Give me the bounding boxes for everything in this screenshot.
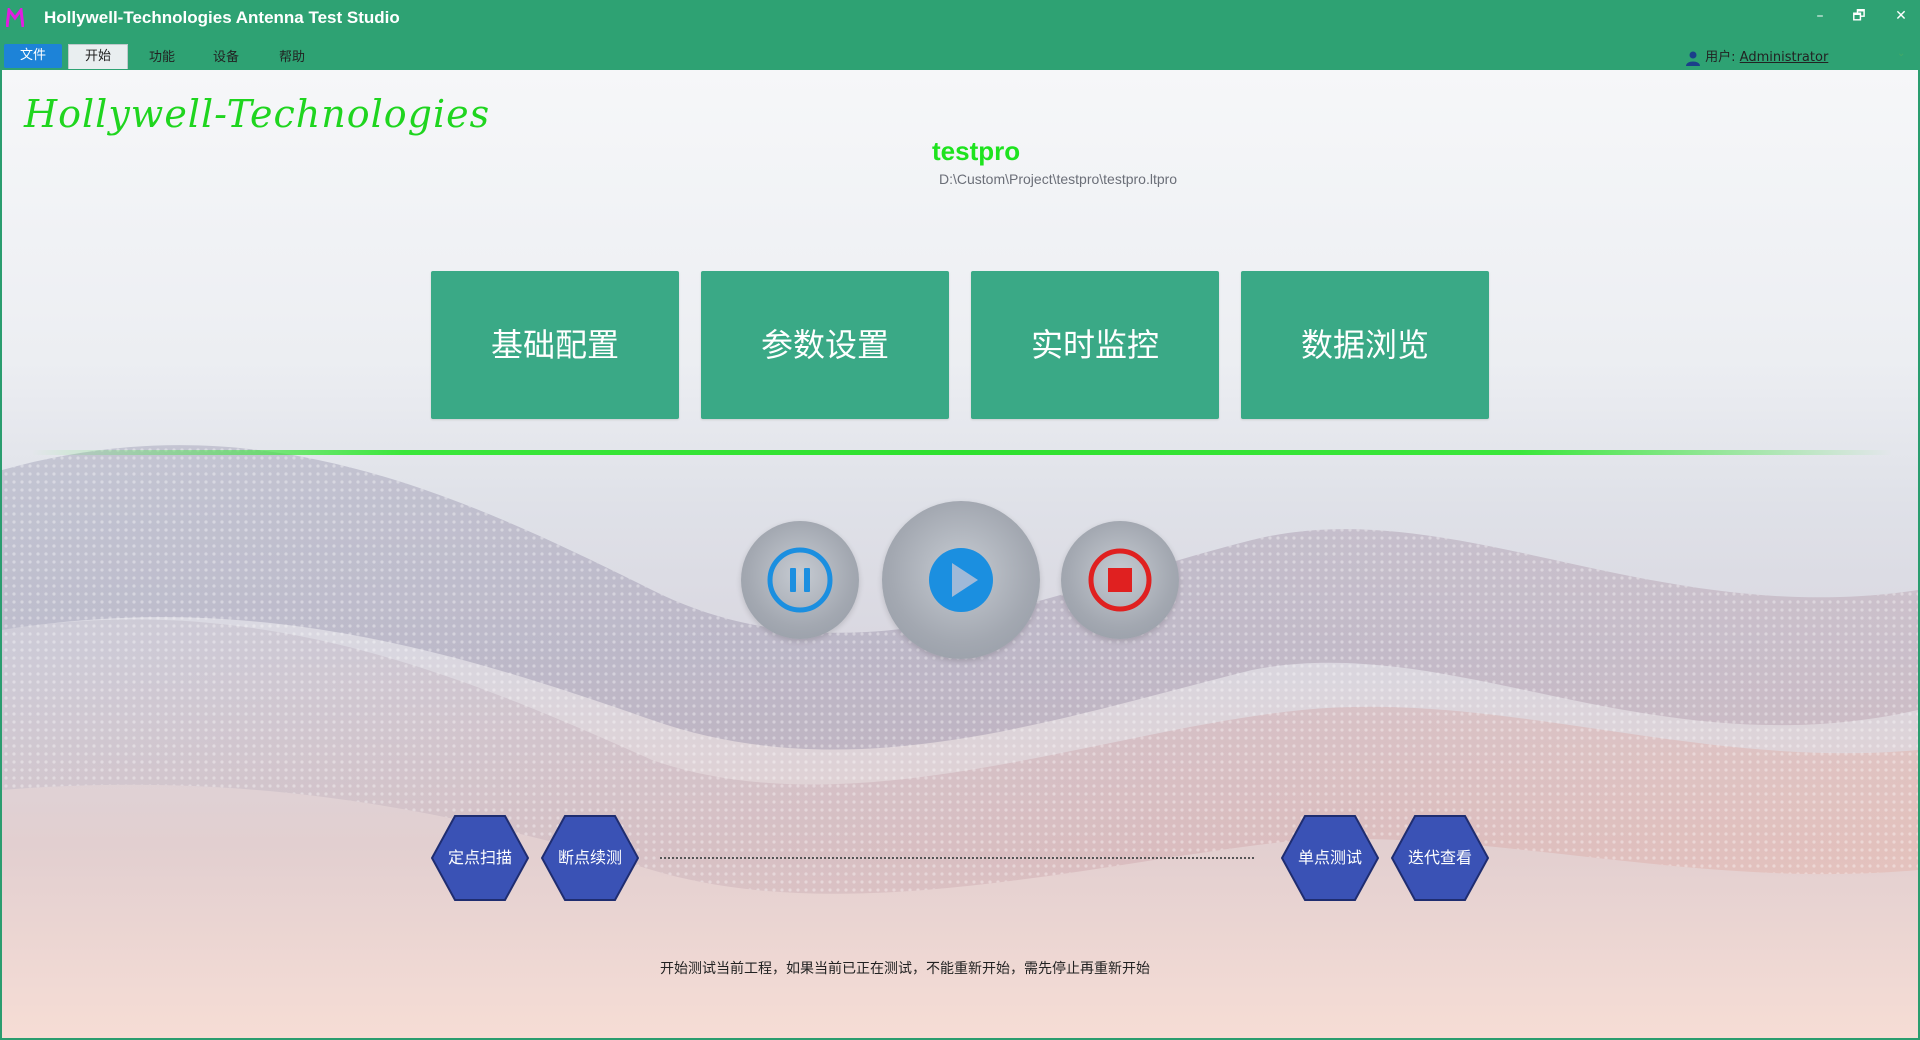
- play-icon: [929, 548, 993, 612]
- pause-button[interactable]: [741, 521, 859, 639]
- user-name-link[interactable]: Administrator: [1740, 50, 1829, 65]
- mode-fixed-point-scan[interactable]: 定点扫描: [431, 815, 529, 901]
- user-label: 用户:: [1705, 50, 1736, 65]
- minimize-button[interactable]: –: [1805, 4, 1835, 28]
- play-button[interactable]: [882, 501, 1040, 659]
- hint-text: 开始测试当前工程，如果当前已正在测试，不能重新开始，需先停止再重新开始: [660, 961, 1150, 977]
- tile-data-browse[interactable]: 数据浏览: [1241, 271, 1489, 419]
- app-logo-icon: [6, 8, 24, 28]
- user-info: 用户: Administrator: [1685, 46, 1828, 66]
- mode-label: 断点续测: [557, 848, 622, 867]
- menu-file[interactable]: 文件: [4, 44, 62, 68]
- tile-realtime-monitor[interactable]: 实时监控: [971, 271, 1219, 419]
- tile-basic-config[interactable]: 基础配置: [431, 271, 679, 419]
- menu-function[interactable]: 功能: [136, 46, 188, 70]
- project-name: testpro: [932, 136, 1021, 166]
- stop-button[interactable]: [1061, 521, 1179, 639]
- mode-label: 定点扫描: [447, 848, 512, 867]
- mode-label: 迭代查看: [1407, 848, 1472, 867]
- mode-label: 单点测试: [1297, 848, 1362, 867]
- menu-help[interactable]: 帮助: [266, 46, 318, 70]
- restore-button[interactable]: 🗗: [1844, 4, 1874, 28]
- pause-icon: [767, 547, 833, 613]
- window-title: Hollywell-Technologies Antenna Test Stud…: [44, 8, 400, 27]
- divider-line: [32, 450, 1892, 455]
- user-icon: [1686, 51, 1700, 66]
- menu-bar: 文件 开始 功能 设备 帮助 用户: Administrator ⌄: [0, 38, 1920, 70]
- brand-logo: Hollywell-Technologies: [24, 92, 491, 136]
- menu-device[interactable]: 设备: [200, 46, 252, 70]
- tile-parameter-settings[interactable]: 参数设置: [701, 271, 949, 419]
- mode-single-point-test[interactable]: 单点测试: [1281, 815, 1379, 901]
- mode-iteration-view[interactable]: 迭代查看: [1391, 815, 1489, 901]
- title-bar: Hollywell-Technologies Antenna Test Stud…: [0, 0, 1920, 38]
- main-canvas: Hollywell-Technologies testpro D:\Custom…: [2, 70, 1918, 1038]
- close-button[interactable]: ✕: [1886, 4, 1916, 28]
- ribbon-collapse-icon[interactable]: ⌄: [1897, 48, 1905, 59]
- mode-connector-line: [660, 857, 1254, 859]
- project-path: D:\Custom\Project\testpro\testpro.ltpro: [939, 171, 1178, 187]
- mode-resume-test[interactable]: 断点续测: [541, 815, 639, 901]
- stop-icon: [1088, 548, 1152, 612]
- menu-start[interactable]: 开始: [68, 44, 128, 69]
